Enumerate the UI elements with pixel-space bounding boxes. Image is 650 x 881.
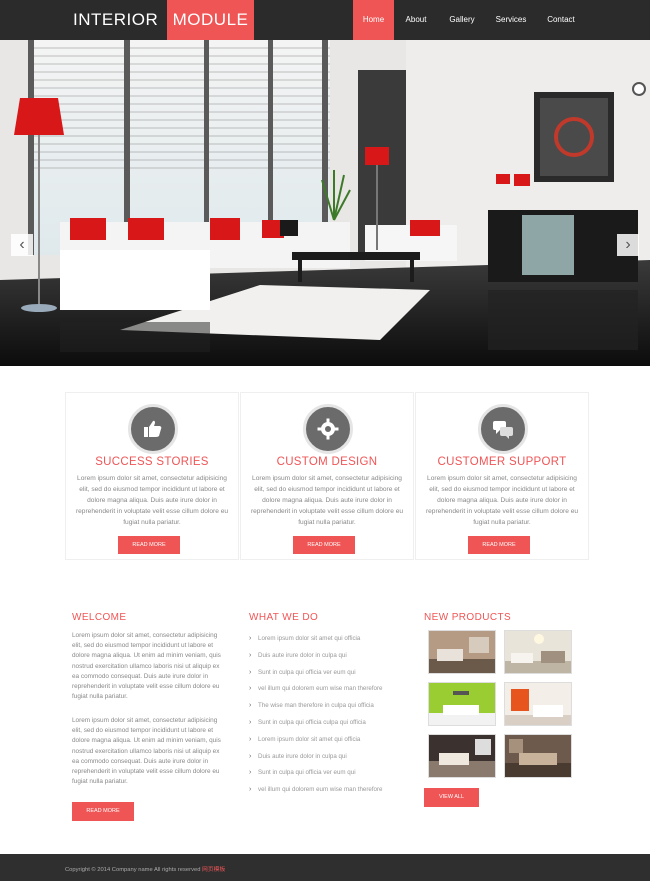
list-item[interactable]: › The wise man therefore in culpa qui off… <box>249 698 409 715</box>
chevron-left-icon[interactable]: ‹ <box>11 234 33 256</box>
welcome-title: WELCOME <box>72 612 127 623</box>
pause-icon[interactable] <box>632 82 646 96</box>
nav-about[interactable]: About <box>397 0 435 40</box>
gear-icon <box>303 404 353 454</box>
nav-services[interactable]: Services <box>489 0 533 40</box>
feature-title: CUSTOM DESIGN <box>276 456 378 468</box>
list-item[interactable]: › vel illum qui dolorem eum wise man ther… <box>249 681 409 698</box>
list-item[interactable]: › Sunt in culpa qui officia ver eum qui <box>249 765 409 782</box>
chevron-right-icon: › <box>249 769 252 777</box>
list-item[interactable]: › vel illum qui dolorem eum wise man ther… <box>249 782 409 799</box>
chevron-right-icon: › <box>249 752 252 760</box>
list-item[interactable]: › Duis aute irure dolor in culpa qui <box>249 648 409 665</box>
feature-card-success: SUCCESS STORIES Lorem ipsum dolor sit am… <box>65 392 239 560</box>
new-products-title: NEW PRODUCTS <box>424 612 512 623</box>
product-thumbnails <box>428 630 574 778</box>
nav-gallery[interactable]: Gallery <box>441 0 483 40</box>
feature-text: Lorem ipsum dolor sit amet, consectetur … <box>250 475 404 526</box>
what-we-do-title: WHAT WE DO <box>249 612 319 623</box>
read-more-button[interactable]: READ MORE <box>468 536 530 554</box>
product-thumbnail[interactable] <box>504 734 572 778</box>
thumbs-up-icon <box>128 404 178 454</box>
nav-contact[interactable]: Contact <box>540 0 582 40</box>
welcome-paragraph-2: Lorem ipsum dolor sit amet, consectetur … <box>72 717 221 786</box>
chevron-right-icon: › <box>249 651 252 659</box>
what-we-do-list: › Lorem ipsum dolor sit amet qui officia … <box>249 631 409 799</box>
chevron-right-icon: › <box>249 718 252 726</box>
footer: Copyright © 2014 Company name All rights… <box>0 854 650 881</box>
product-thumbnail[interactable] <box>428 734 496 778</box>
list-item[interactable]: › Sunt in culpa qui officia culpa qui off… <box>249 715 409 732</box>
header: INTERIOR MODULE Home About Gallery Servi… <box>0 0 650 40</box>
feature-title: SUCCESS STORIES <box>95 456 209 468</box>
nav-home[interactable]: Home <box>353 0 394 40</box>
logo-part2: MODULE <box>167 0 254 40</box>
read-more-button[interactable]: READ MORE <box>293 536 355 554</box>
footer-link[interactable]: 网页模板 <box>202 867 225 873</box>
product-thumbnail[interactable] <box>428 682 496 726</box>
chevron-right-icon[interactable]: › <box>617 234 639 256</box>
view-all-button[interactable]: VIEW ALL <box>424 788 479 807</box>
list-item[interactable]: › Lorem ipsum dolor sit amet qui officia <box>249 732 409 749</box>
welcome-read-more-button[interactable]: READ MORE <box>72 802 134 821</box>
feature-title: CUSTOMER SUPPORT <box>437 456 567 468</box>
chevron-right-icon: › <box>249 635 252 642</box>
product-thumbnail[interactable] <box>504 630 572 674</box>
feature-card-support: CUSTOMER SUPPORT Lorem ipsum dolor sit a… <box>415 392 589 560</box>
hero-slider: ‹ › <box>0 40 650 366</box>
chat-bubbles-icon <box>478 404 528 454</box>
feature-text: Lorem ipsum dolor sit amet, consectetur … <box>75 475 229 526</box>
chevron-right-icon: › <box>249 668 252 676</box>
footer-copyright: Copyright © 2014 Company name All rights… <box>65 867 226 873</box>
feature-card-design: CUSTOM DESIGN Lorem ipsum dolor sit amet… <box>240 392 414 560</box>
chevron-right-icon: › <box>249 786 252 794</box>
list-item[interactable]: › Sunt in culpa qui officia ver eum qui <box>249 665 409 682</box>
product-thumbnail[interactable] <box>504 682 572 726</box>
hero-image <box>0 40 650 366</box>
feature-text: Lorem ipsum dolor sit amet, consectetur … <box>425 475 579 526</box>
welcome-paragraph-1: Lorem ipsum dolor sit amet, consectetur … <box>72 632 221 701</box>
list-item[interactable]: › Lorem ipsum dolor sit amet qui officia <box>249 631 409 648</box>
logo-part1: INTERIOR <box>73 10 159 29</box>
chevron-right-icon: › <box>249 735 252 743</box>
chevron-right-icon: › <box>249 685 252 693</box>
read-more-button[interactable]: READ MORE <box>118 536 180 554</box>
product-thumbnail[interactable] <box>428 630 496 674</box>
chevron-right-icon: › <box>249 702 252 710</box>
list-item[interactable]: › Duis aute irure dolor in culpa qui <box>249 749 409 766</box>
